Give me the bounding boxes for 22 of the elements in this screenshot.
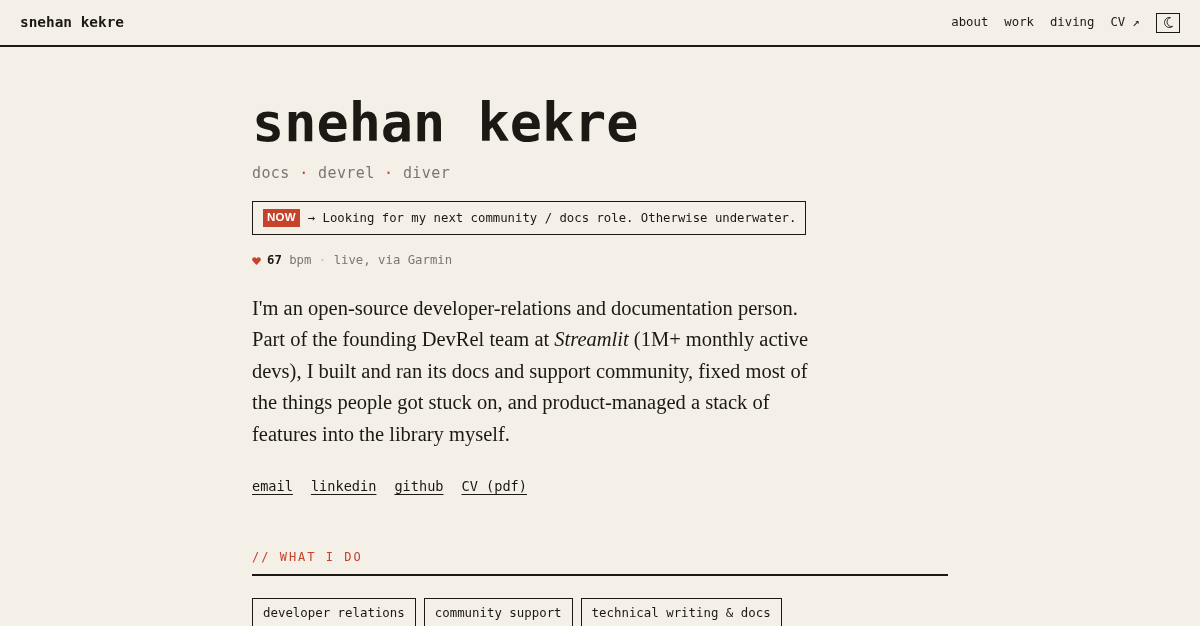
skill-tag: community support [423, 598, 573, 626]
page-title: snehan kekre [252, 96, 640, 150]
bio-paragraph: I'm an open-source developer-relations and documentation person. Part of the founding DevRel team at Streamlit (1M+ monthly active devs), I built and ran its docs and support community, fixed most of the things people got stuck on, and product-managed a stack of features into the library myself. [252, 295, 810, 448]
profile-link[interactable]: CV (pdf) [461, 475, 527, 497]
tagline: docs · devrel · diver [252, 162, 452, 184]
profile-link[interactable]: linkedin [310, 475, 377, 497]
skill-tag: technical writing & docs [580, 598, 782, 626]
nav-link[interactable]: work [1004, 13, 1034, 32]
nav-link[interactable]: diving [1049, 13, 1095, 32]
profile-link[interactable]: email [252, 475, 293, 497]
moon-icon [1163, 17, 1173, 28]
skill-tag: developer relations [252, 598, 416, 626]
nav-link[interactable]: about [951, 13, 989, 32]
section-heading: // WHAT I DO [252, 548, 948, 577]
profile-link[interactable]: github [394, 475, 444, 497]
nav-link[interactable]: CV ↗ [1110, 13, 1140, 32]
heart-icon [252, 256, 261, 265]
now-status-text: → Looking for my next community / docs role. Otherwise underwater. [307, 210, 797, 227]
now-label: NOW [263, 209, 300, 228]
theme-toggle-button[interactable] [1156, 12, 1180, 33]
heart-rate-text: 67 bpm · live, via Garmin [267, 252, 453, 270]
site-name[interactable]: snehan kekre [20, 11, 124, 34]
